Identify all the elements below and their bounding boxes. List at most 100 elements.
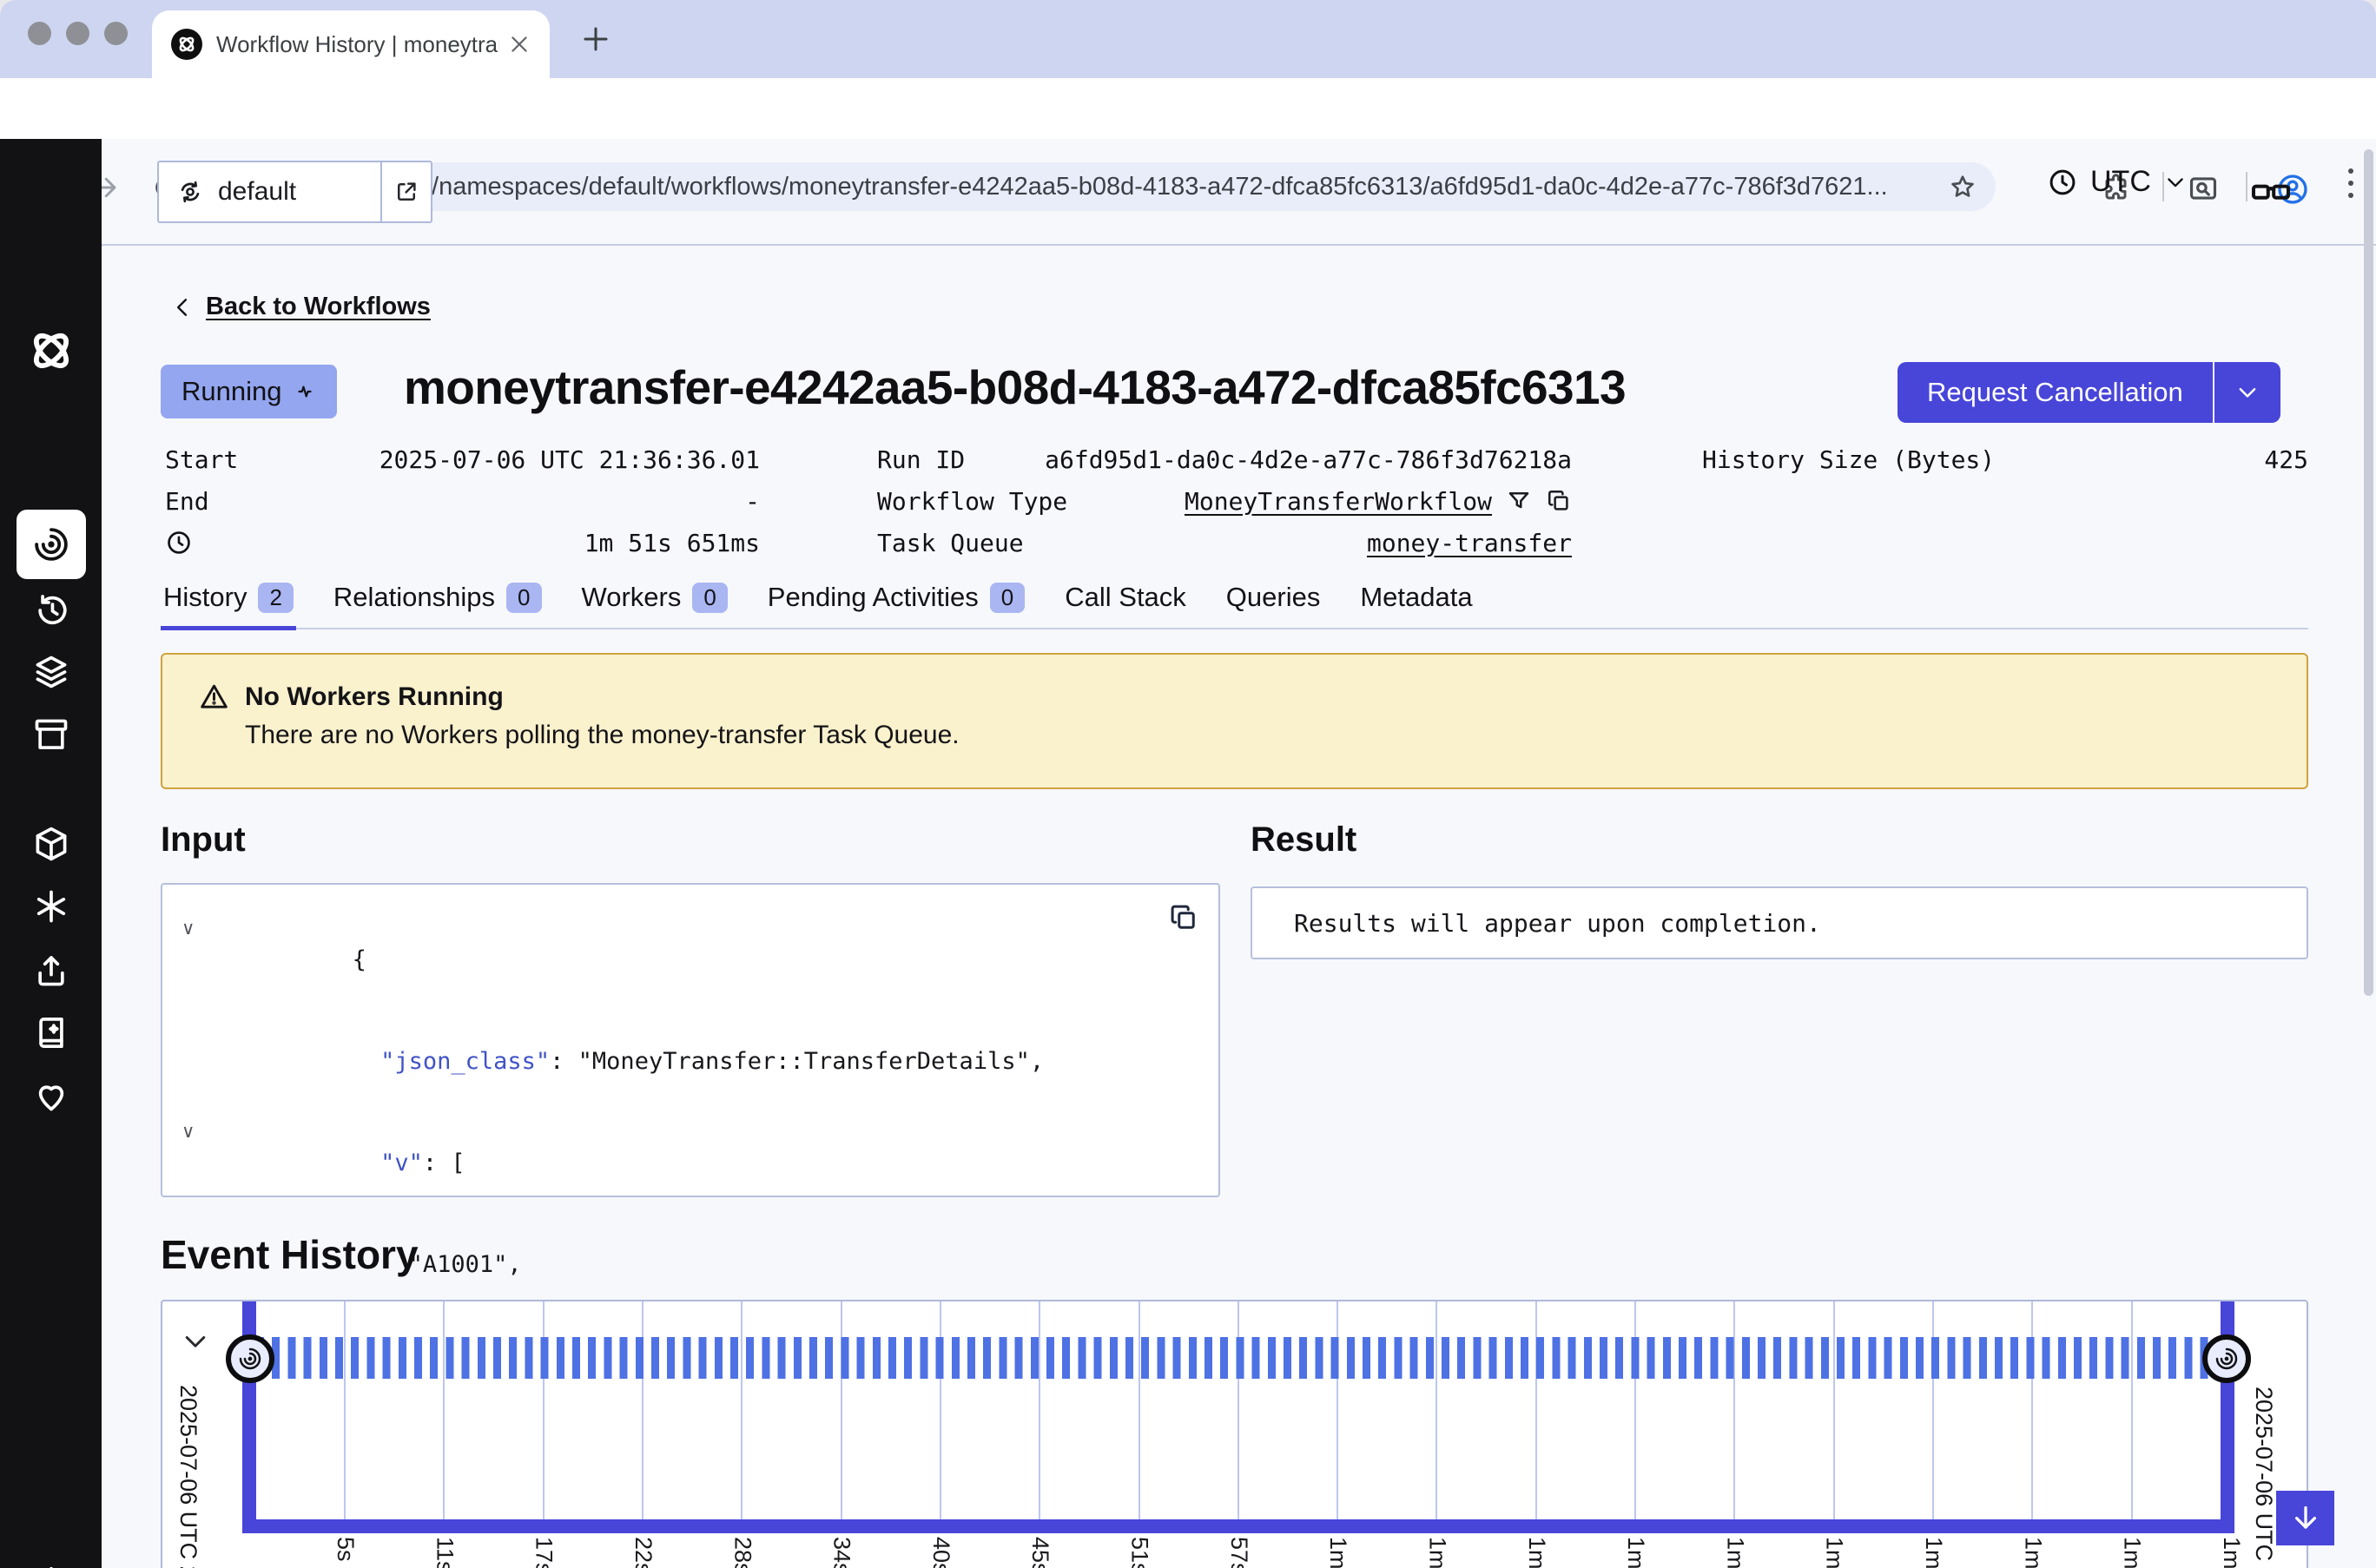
tick-label: 40s — [927, 1537, 954, 1568]
request-cancellation-button[interactable]: Request Cancellation — [1898, 362, 2213, 423]
request-cancellation-split-button: Request Cancellation — [1898, 362, 2280, 423]
tick-label: 28s — [729, 1537, 756, 1568]
warning-title: No Workers Running — [245, 682, 504, 712]
workflow-latest-marker[interactable] — [2202, 1334, 2251, 1383]
workflow-type-link[interactable]: MoneyTransferWorkflow — [1185, 487, 1492, 516]
tab-item[interactable]: Metadata — [1357, 576, 1475, 630]
tick-label: 34s — [828, 1537, 855, 1568]
tab-item[interactable]: Pending Activities 0 — [765, 576, 1027, 630]
copy-icon[interactable] — [1546, 488, 1572, 514]
sidebar-item-upload-icon[interactable] — [32, 952, 70, 990]
sidebar-item-layers-icon[interactable] — [32, 653, 70, 691]
details-column-run: Run ID a6fd95d1-da0c-4d2e-a77c-786f3d762… — [877, 438, 1572, 563]
workflow-tabs: History 2 Relationships 0 Workers 0 Pend… — [161, 576, 2308, 629]
window-controls — [28, 22, 128, 45]
tick-label: 22s — [630, 1537, 657, 1568]
theme-toggle-sun-icon[interactable] — [31, 1565, 71, 1568]
tab-item[interactable]: Relationships 0 — [331, 576, 544, 630]
details-column-times: Start 2025-07-06 UTC 21:36:36.01 End - 1… — [165, 438, 760, 563]
event-history-timeline: 5s 11s 17s 22s 2 — [161, 1300, 2308, 1568]
collapse-chevron-icon[interactable]: ∨ — [182, 1115, 195, 1149]
tick-label: 1m — [1821, 1537, 1848, 1568]
tab-close-icon[interactable] — [508, 33, 531, 56]
detail-value: - — [745, 487, 760, 516]
json-key: "json_class" — [380, 1048, 550, 1075]
tick-label: 5s — [332, 1537, 359, 1562]
detail-value: a6fd95d1-da0c-4d2e-a77c-786f3d76218a — [1045, 445, 1572, 474]
detail-row-run-id: Run ID a6fd95d1-da0c-4d2e-a77c-786f3d762… — [877, 438, 1572, 480]
sidebar-item-schedules-icon[interactable] — [32, 590, 70, 629]
tab-count-badge: 0 — [506, 583, 541, 613]
detail-row-task-queue: Task Queue money-transfer — [877, 522, 1572, 563]
temporal-logo[interactable] — [26, 326, 76, 380]
new-tab-icon[interactable] — [580, 23, 611, 55]
json-line: "json_class": "MoneyTransfer::TransferDe… — [180, 1011, 1201, 1112]
tick-label: 1m — [2019, 1537, 2046, 1568]
browser-window: Workflow History | moneytran localhost:8… — [0, 0, 2376, 1568]
json-text: { — [353, 946, 366, 973]
sidebar-item-cube-icon[interactable] — [32, 825, 70, 863]
json-line: ∨{ — [180, 909, 1201, 1011]
tick-label: 45s — [1026, 1537, 1053, 1568]
input-json-viewer: ∨{ "json_class": "MoneyTransfer::Transfe… — [161, 883, 1220, 1197]
details-column-history-size: History Size (Bytes) 425 — [1702, 438, 2308, 480]
task-queue-link[interactable]: money-transfer — [1367, 529, 1572, 557]
detail-row-history-size: History Size (Bytes) 425 — [1702, 438, 2308, 480]
tab-item[interactable]: History 2 — [161, 576, 296, 630]
tick-label: 51s — [1126, 1537, 1153, 1568]
page-scrollbar[interactable] — [2364, 149, 2373, 996]
detail-row-workflow-type: Workflow Type MoneyTransferWorkflow — [877, 480, 1572, 522]
namespace-external-link-icon[interactable] — [380, 162, 431, 221]
tab-count-badge: 0 — [990, 583, 1025, 613]
window-close-button[interactable] — [28, 22, 51, 45]
back-to-workflows-link[interactable]: Back to Workflows — [171, 293, 431, 321]
scroll-to-bottom-button[interactable] — [2276, 1491, 2334, 1545]
detail-label: End — [165, 487, 209, 516]
json-line: ∨ "v": [ — [180, 1112, 1201, 1214]
browser-toolbar: localhost:8080/namespaces/default/workfl… — [0, 78, 2376, 139]
window-zoom-button[interactable] — [104, 22, 128, 45]
filter-icon[interactable] — [1506, 488, 1532, 514]
detail-row-duration: 1m 51s 651ms — [165, 522, 760, 563]
sidebar-item-archive-icon[interactable] — [32, 715, 70, 754]
sidebar-item-asterisk-icon[interactable] — [32, 887, 70, 926]
tab-label: Metadata — [1360, 582, 1472, 613]
timeline-end-timestamp: 2025-07-06 UTC 2 — [2250, 1387, 2277, 1568]
tab-count-badge: 2 — [258, 583, 293, 613]
window-minimize-button[interactable] — [66, 22, 89, 45]
detail-value: 2025-07-06 UTC 21:36:36.01 — [380, 445, 760, 474]
detail-label: Task Queue — [877, 529, 1024, 557]
namespace-name: default — [218, 177, 296, 207]
cancellation-options-chevron[interactable] — [2213, 362, 2280, 423]
input-heading: Input — [161, 820, 246, 860]
browser-tab[interactable]: Workflow History | moneytran — [152, 10, 550, 78]
sidebar-item-book-icon[interactable] — [32, 1014, 70, 1052]
tick-label: 1m — [1523, 1537, 1550, 1568]
tick-label: 1m — [2119, 1537, 2146, 1568]
running-activity-band — [256, 1337, 2221, 1379]
detail-label: Start — [165, 445, 238, 474]
tab-item[interactable]: Call Stack — [1062, 576, 1189, 630]
tab-item[interactable]: Workers 0 — [579, 576, 730, 630]
json-text: : [ — [423, 1150, 465, 1176]
detail-row-start: Start 2025-07-06 UTC 21:36:36.01 — [165, 438, 760, 480]
timeline-expand-chevron[interactable] — [180, 1326, 211, 1357]
labs-glasses-icon[interactable] — [2250, 170, 2292, 212]
workflow-start-marker[interactable] — [226, 1334, 274, 1383]
tick-label: 1m — [1423, 1537, 1450, 1568]
timezone-select[interactable]: UTC — [2047, 165, 2188, 199]
pulse-icon — [294, 380, 316, 403]
collapse-chevron-icon[interactable]: ∨ — [182, 912, 195, 945]
json-text: : "MoneyTransfer::TransferDetails", — [550, 1048, 1044, 1075]
tick-label: 1m — [1920, 1537, 1947, 1568]
tab-item[interactable]: Queries — [1224, 576, 1323, 630]
tick-label: 1m — [1721, 1537, 1748, 1568]
sidebar-item-heart-icon[interactable] — [32, 1077, 70, 1115]
temporal-favicon — [171, 29, 202, 60]
sidebar-item-workflows[interactable] — [16, 510, 86, 579]
status-badge: Running — [161, 365, 337, 418]
tick-label: 57s — [1225, 1537, 1252, 1568]
chevron-left-icon — [171, 295, 195, 320]
tick-label: 17s — [531, 1537, 558, 1568]
namespace-select[interactable]: default — [159, 162, 380, 221]
